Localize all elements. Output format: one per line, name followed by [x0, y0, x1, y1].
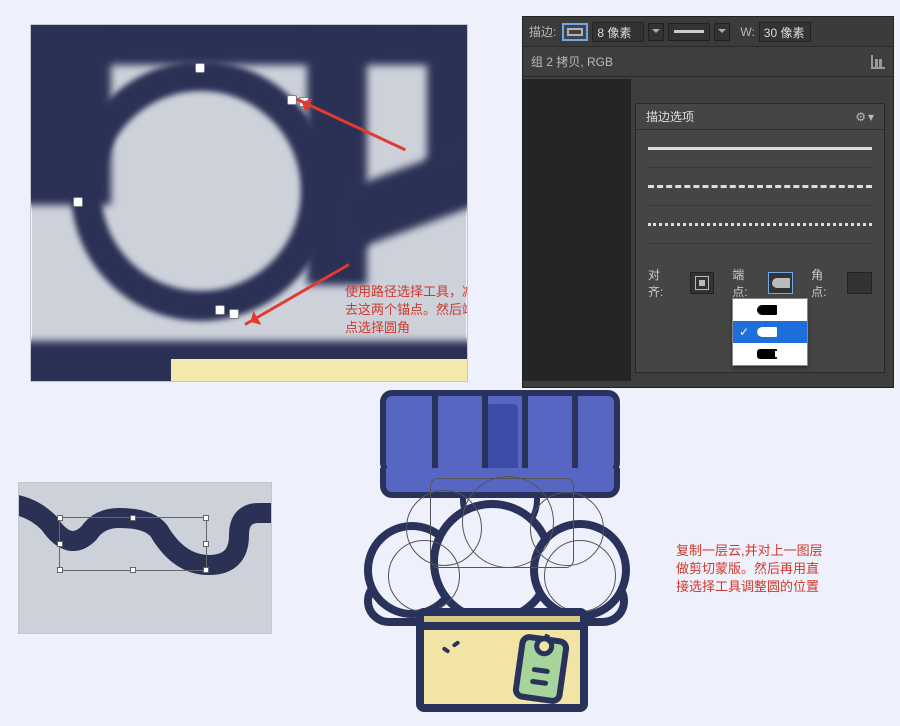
cap-select[interactable]	[768, 272, 793, 294]
dropdown-icon[interactable]	[648, 23, 664, 41]
transform-handle[interactable]	[130, 515, 136, 521]
width-input[interactable]: 30 像素	[759, 22, 811, 42]
stroke-label: 描边:	[529, 23, 556, 40]
transform-handle[interactable]	[57, 541, 63, 547]
annotation-text: 使用路径选择工具，减去这两个锚点。然后端点选择圆角	[345, 283, 468, 337]
construction-circle	[388, 540, 460, 612]
transform-handle[interactable]	[203, 567, 209, 573]
stroke-swatch[interactable]	[562, 23, 588, 41]
transform-handle[interactable]	[203, 541, 209, 547]
balloon-canopy	[380, 390, 620, 480]
balloon-box-illustration	[334, 390, 668, 720]
cap-option-round[interactable]: ✓	[733, 321, 807, 343]
sparkle-icon	[442, 642, 462, 658]
transform-handle[interactable]	[203, 515, 209, 521]
stroke-style-dotted[interactable]	[648, 206, 872, 244]
stroke-options-popover: 描边选项 对齐: 端点: 角点: ✓	[635, 103, 885, 373]
transform-handle[interactable]	[57, 567, 63, 573]
dropdown-icon[interactable]	[714, 23, 730, 41]
stroke-style-solid[interactable]	[648, 130, 872, 168]
canopy-shadow	[486, 404, 518, 478]
gear-icon[interactable]	[855, 110, 874, 124]
cap-option-butt[interactable]	[733, 299, 807, 321]
ps-stroke-panel: 描边: 8 像素 W: 30 像素 组 2 拷贝, RGB 200 描边选项 对…	[522, 16, 894, 388]
transform-handle[interactable]	[130, 567, 136, 573]
panel-circle-detail: 使用路径选择工具，减去这两个锚点。然后端点选择圆角	[30, 24, 468, 382]
stroke-options-title: 描边选项	[646, 108, 694, 125]
anchor-point	[73, 197, 83, 207]
dock-icon[interactable]	[871, 55, 885, 69]
doc-tab-label[interactable]: 组 2 拷贝, RGB	[531, 53, 613, 70]
corner-select[interactable]	[847, 272, 872, 294]
align-label: 对齐:	[648, 266, 672, 300]
stroke-style-dashed[interactable]	[648, 168, 872, 206]
selection-bounding-box	[59, 517, 207, 571]
stroke-attr-row: 对齐: 端点: 角点:	[636, 270, 884, 296]
construction-circle	[544, 540, 616, 612]
price-tag	[512, 633, 571, 705]
options-bar: 描边: 8 像素 W: 30 像素	[523, 17, 893, 47]
align-select[interactable]	[690, 272, 715, 294]
corner-label: 角点:	[811, 266, 829, 300]
anchor-point	[215, 305, 225, 315]
anchor-point	[195, 63, 205, 73]
annotation-text: 复制一层云,并对上一图层做剪切蒙版。然后再用直接选择工具调整圆的位置	[676, 542, 826, 596]
cardboard-box	[416, 608, 588, 712]
cap-option-square[interactable]	[733, 343, 807, 365]
yellow-strip	[171, 353, 468, 382]
panel-cloud-detail	[18, 482, 272, 634]
stroke-size-input[interactable]: 8 像素	[592, 22, 644, 42]
transform-handle[interactable]	[57, 515, 63, 521]
anchor-point	[229, 309, 239, 319]
box-flap	[416, 608, 588, 630]
cap-dropdown: ✓	[732, 298, 808, 366]
stroke-style-preview[interactable]	[668, 23, 710, 41]
canvas-area	[523, 79, 631, 381]
cap-label: 端点:	[732, 266, 750, 300]
doc-tab-row: 组 2 拷贝, RGB	[523, 47, 893, 77]
width-label: W:	[740, 25, 754, 39]
